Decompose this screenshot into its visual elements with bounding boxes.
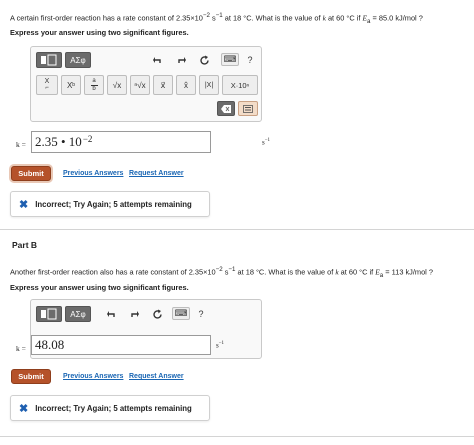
- subscript-button[interactable]: Xb: [61, 75, 81, 95]
- nth-root-button[interactable]: ⁿ√x: [130, 75, 150, 95]
- sqrt-button[interactable]: √x: [107, 75, 127, 95]
- part-b-instruction: Express your answer using two significan…: [10, 283, 189, 292]
- part-b-answer-input[interactable]: 48.08: [31, 335, 211, 355]
- redo-icon[interactable]: [174, 53, 188, 67]
- greek-symbols-button[interactable]: ΑΣφ: [65, 52, 91, 68]
- bottom-divider: [0, 436, 474, 437]
- part-a-feedback: ✖ Incorrect; Try Again; 5 attempts remai…: [10, 191, 210, 217]
- fraction-button[interactable]: ab: [84, 75, 104, 95]
- keyboard-icon[interactable]: ⌨: [221, 53, 239, 66]
- part-a-instruction: Express your answer using two significan…: [10, 28, 189, 37]
- part-b-k-label: k =: [16, 344, 26, 353]
- undo-icon[interactable]: [105, 307, 119, 321]
- part-b-question: Another first-order reaction also has a …: [10, 266, 433, 279]
- help-icon[interactable]: ?: [195, 307, 207, 321]
- part-a-question: A certain first-order reaction has a rat…: [10, 12, 423, 25]
- part-divider: [0, 229, 474, 230]
- part-a-units: s−1: [262, 138, 271, 147]
- templates-icon[interactable]: [36, 306, 62, 322]
- vector-button[interactable]: x⃗: [153, 75, 173, 95]
- part-b-feedback: ✖ Incorrect; Try Again; 5 attempts remai…: [10, 395, 210, 421]
- part-a-toolbar-panel: ΑΣφ ⌨ ? X ⌐ Xb ab √x ⁿ√x x⃗ x̂ |X| X·10ⁿ: [30, 46, 262, 122]
- part-b-title: Part B: [12, 240, 38, 250]
- part-b-submit-button[interactable]: Submit: [11, 369, 51, 384]
- incorrect-x-icon: ✖: [19, 198, 29, 211]
- redo-icon[interactable]: [127, 307, 141, 321]
- part-b-request-answer-link[interactable]: Request Answer: [129, 373, 184, 380]
- part-a-k-label: k =: [16, 140, 26, 149]
- help-icon[interactable]: ?: [244, 53, 256, 67]
- incorrect-x-icon: ✖: [19, 402, 29, 415]
- keyboard-icon[interactable]: ⌨: [172, 307, 190, 320]
- part-b-previous-answers-link[interactable]: Previous Answers: [63, 373, 123, 380]
- hat-button[interactable]: x̂: [176, 75, 196, 95]
- part-b-units: s−1: [216, 341, 225, 350]
- templates-icon[interactable]: [36, 52, 62, 68]
- reset-icon[interactable]: [150, 307, 164, 321]
- clear-keyboard-icon[interactable]: [238, 101, 258, 116]
- reset-icon[interactable]: [197, 53, 211, 67]
- absolute-value-button[interactable]: |X|: [199, 75, 219, 95]
- power-template-button[interactable]: X ⌐: [36, 75, 58, 95]
- delete-icon[interactable]: [217, 101, 235, 116]
- part-a-answer-input[interactable]: 2.35 • 10 −2: [31, 131, 211, 153]
- greek-symbols-button[interactable]: ΑΣφ: [65, 306, 91, 322]
- part-a-submit-button[interactable]: Submit: [11, 166, 51, 181]
- part-a-request-answer-link[interactable]: Request Answer: [129, 170, 184, 177]
- undo-icon[interactable]: [151, 53, 165, 67]
- scientific-notation-button[interactable]: X·10ⁿ: [222, 75, 258, 95]
- part-a-previous-answers-link[interactable]: Previous Answers: [63, 170, 123, 177]
